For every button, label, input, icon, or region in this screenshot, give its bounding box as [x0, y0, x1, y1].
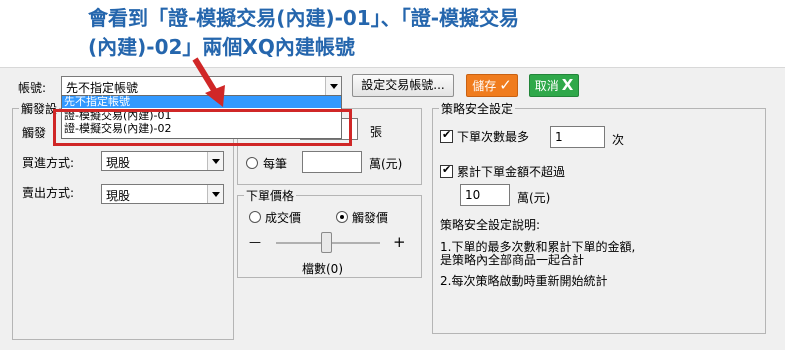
- plus-icon[interactable]: +: [393, 233, 406, 251]
- total-amount-checkbox[interactable]: [440, 163, 453, 178]
- max-orders-value: 1: [555, 130, 563, 144]
- save-button[interactable]: 儲存 ✓: [466, 74, 518, 97]
- chevron-down-icon[interactable]: [325, 77, 341, 95]
- chevron-down-icon[interactable]: [207, 185, 223, 203]
- sell-method-select[interactable]: 現股: [101, 184, 224, 204]
- close-icon: X: [561, 76, 574, 94]
- headline-line-2: (內建)-02」兩個XQ內建帳號: [88, 35, 355, 59]
- safety-description-2: 2.每次策略啟動時重新開始統計: [440, 274, 608, 288]
- buy-method-value: 現股: [106, 156, 131, 170]
- cancel-label: 取消: [534, 79, 559, 93]
- annotation-arrow-icon: [192, 57, 225, 107]
- max-orders-label: 下單次數最多: [457, 130, 530, 144]
- safety-description-1b: 是策略內全部商品一起合計: [440, 253, 585, 267]
- account-label: 帳號:: [18, 81, 47, 95]
- safety-description-title: 策略安全設定說明:: [440, 218, 541, 232]
- total-amount-label: 累計下單金額不超過: [457, 165, 566, 179]
- minus-icon[interactable]: —: [249, 235, 261, 249]
- trigger-price-radio[interactable]: [336, 211, 348, 223]
- cancel-button[interactable]: 取消 X: [529, 74, 579, 97]
- total-amount-unit: 萬(元): [517, 191, 551, 205]
- set-trade-account-button[interactable]: 設定交易帳號...: [352, 74, 454, 97]
- strategy-safety-title: 策略安全設定: [439, 100, 516, 117]
- sell-method-label: 賣出方式:: [22, 186, 75, 200]
- per-trade-label: 每筆: [263, 157, 288, 171]
- shares-unit: 張: [370, 125, 383, 139]
- checkmark-icon: ✓: [499, 76, 512, 94]
- filled-price-radio[interactable]: [249, 211, 261, 223]
- max-orders-input[interactable]: 1: [550, 126, 605, 148]
- buy-method-select[interactable]: 現股: [101, 151, 224, 171]
- trigger-label: 觸發: [22, 126, 47, 140]
- ticks-count-label: 檔數(0): [302, 262, 343, 276]
- max-orders-unit: 次: [612, 133, 625, 147]
- save-label: 儲存: [472, 79, 497, 93]
- order-price-title: 下單價格: [244, 187, 297, 204]
- per-trade-amount-input[interactable]: [302, 151, 362, 173]
- chevron-down-icon[interactable]: [207, 152, 223, 170]
- per-trade-unit: 萬(元): [369, 157, 403, 171]
- buy-method-label: 買進方式:: [22, 156, 75, 170]
- trigger-price-label: 觸發價: [352, 211, 389, 225]
- account-selected-value: 先不指定帳號: [66, 81, 139, 95]
- annotation-headline: 會看到「證-模擬交易(內建)-01」、「證-模擬交易 (內建)-02」兩個XQ內…: [88, 4, 688, 62]
- per-trade-radio[interactable]: [246, 157, 258, 169]
- ticks-slider-thumb[interactable]: [321, 232, 332, 253]
- highlight-box: [53, 109, 352, 146]
- total-amount-input[interactable]: 10: [460, 184, 510, 206]
- total-amount-value: 10: [465, 188, 481, 202]
- filled-price-label: 成交價: [265, 211, 302, 225]
- headline-line-1: 會看到「證-模擬交易(內建)-01」、「證-模擬交易: [88, 6, 520, 30]
- max-orders-checkbox[interactable]: [440, 128, 453, 143]
- sell-method-value: 現股: [106, 189, 131, 203]
